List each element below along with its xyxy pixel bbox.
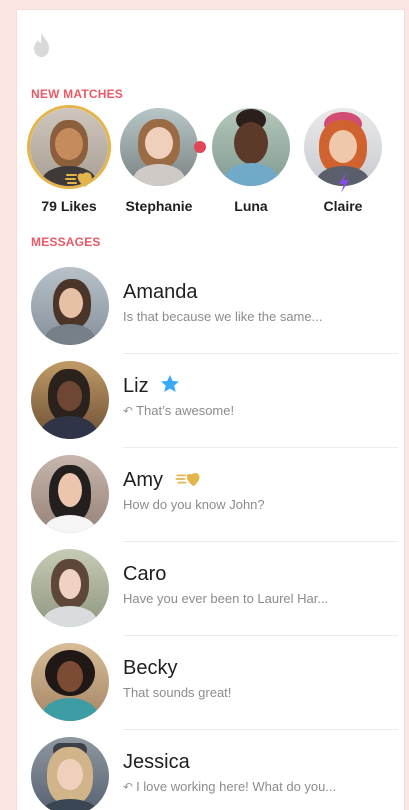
avatar (212, 108, 290, 186)
match-likes[interactable]: 79 Likes (28, 108, 110, 214)
new-matches-title: NEW MATCHES (31, 87, 123, 101)
divider (123, 353, 398, 354)
message-preview: That sounds great! (123, 685, 232, 700)
reply-icon: ↶ (123, 780, 134, 794)
message-preview: How do you know John? (123, 497, 265, 512)
avatar (31, 643, 109, 721)
divider (123, 729, 398, 730)
conversation-jessica[interactable]: Jessica ↶ I love working here! What do yo… (31, 735, 398, 810)
flame-icon[interactable] (31, 32, 53, 58)
divider (123, 635, 398, 636)
conversation-amanda[interactable]: Amanda Is that because we like the same.… (31, 265, 398, 345)
messages-title: MESSAGES (31, 235, 101, 249)
match-name: Luna (234, 198, 268, 214)
conversation-caro[interactable]: Caro Have you ever been to Laurel Har... (31, 547, 398, 627)
contact-name: Liz (123, 374, 398, 398)
match-stephanie[interactable]: Stephanie (118, 108, 206, 214)
message-preview: ↶ That’s awesome! (123, 403, 235, 418)
match-name: Stephanie (125, 198, 193, 214)
contact-name: Caro (123, 563, 167, 585)
gold-icon (175, 473, 200, 487)
star-icon (161, 375, 180, 392)
contact-name: Amy (123, 468, 398, 492)
avatar (31, 549, 109, 627)
lightning-icon (339, 173, 349, 193)
match-name: 79 Likes (41, 198, 97, 214)
divider (123, 541, 398, 542)
conversation-amy[interactable]: Amy How do you know John? (31, 453, 398, 533)
avatar (31, 455, 109, 533)
contact-name: Amanda (123, 281, 198, 303)
avatar (31, 361, 109, 439)
contact-name: Becky (123, 657, 178, 679)
conversation-liz[interactable]: Liz ↶ That’s awesome! (31, 359, 398, 439)
avatar (120, 108, 206, 186)
match-name: Claire (323, 198, 363, 214)
avatar (31, 267, 109, 345)
divider (123, 447, 398, 448)
gold-icon (65, 172, 92, 187)
conversation-becky[interactable]: Becky That sounds great! (31, 641, 398, 721)
avatar (30, 108, 108, 187)
contact-name: Jessica (123, 751, 190, 773)
message-preview: ↶ I love working here! What do you... (123, 779, 337, 794)
app-screen: NEW MATCHES 79 Likes Stephanie Luna Clai… (17, 10, 404, 810)
reply-icon: ↶ (123, 404, 134, 418)
message-preview: Is that because we like the same... (123, 309, 323, 324)
status-dot (194, 141, 206, 153)
message-preview: Have you ever been to Laurel Har... (123, 591, 329, 606)
avatar (31, 737, 109, 810)
avatar (304, 108, 382, 193)
match-claire[interactable]: Claire (302, 108, 384, 214)
match-luna[interactable]: Luna (210, 108, 292, 214)
